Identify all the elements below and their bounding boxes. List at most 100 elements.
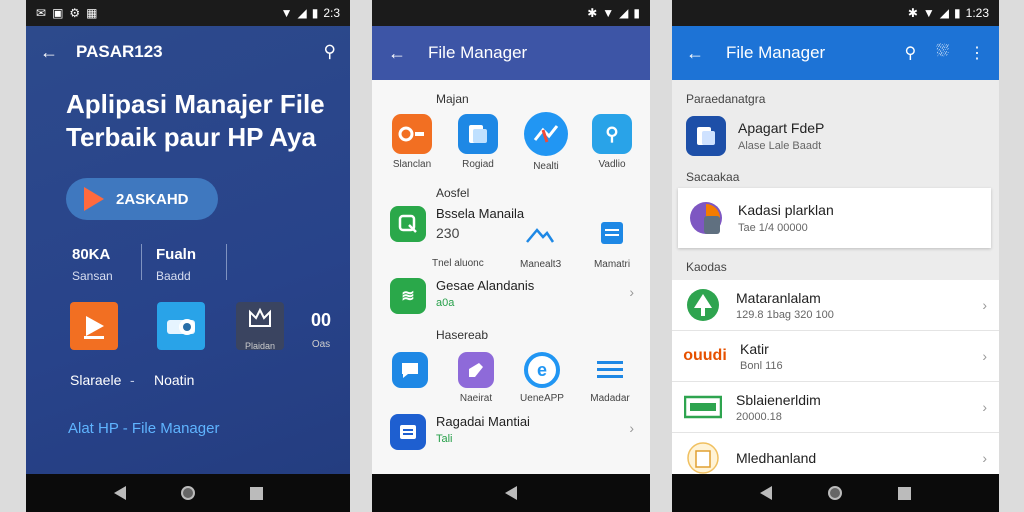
divider xyxy=(141,244,142,280)
document-icon xyxy=(458,114,498,154)
settings-icon: ⚙ xyxy=(69,6,81,20)
chevron-right-icon: › xyxy=(982,297,987,313)
bluetooth-icon: ✱ xyxy=(587,6,598,20)
grid-app-item[interactable]: Madadar xyxy=(580,352,640,404)
list-item-title: Katir xyxy=(740,340,769,357)
nav-bar xyxy=(26,474,350,512)
grid-app-item[interactable]: e UeneAPP xyxy=(512,352,572,404)
search-app-icon: ⚲ xyxy=(592,114,632,154)
list-item[interactable]: Sblaienerldim 20000.18 › xyxy=(672,382,999,433)
grid-app-item[interactable]: Naeirat xyxy=(446,352,506,404)
list-item[interactable]: Mataranlalam 129.8 1bag 320 100 › xyxy=(672,280,999,331)
infinity-icon: 00 xyxy=(311,310,332,330)
stat-value: 80KA xyxy=(72,246,111,263)
grid-app-label: Nealti xyxy=(533,161,559,172)
back-arrow-icon[interactable]: ← xyxy=(388,43,406,64)
list-item-sub: Alase Lale Baadt xyxy=(738,140,822,152)
list-item-sub: 20000.18 xyxy=(736,410,782,423)
chevron-right-icon: › xyxy=(629,420,634,436)
list-item[interactable]: Ragadai Mantiai Tali › xyxy=(390,414,634,450)
app-title: PASAR123 xyxy=(76,42,163,61)
caption-right: Noatin xyxy=(154,372,195,388)
nav-home-icon[interactable] xyxy=(828,486,842,500)
mini-app-label: Tnel aluonc xyxy=(432,258,484,269)
play-store-button[interactable]: 2ASKAHD xyxy=(66,178,218,220)
list-item-sub: 129.8 1bag 320 100 xyxy=(736,308,834,321)
stat-downloads: 80KA Sansan xyxy=(72,246,113,283)
footer-link[interactable]: Alat HP - File Manager xyxy=(68,420,219,437)
grid-app-item[interactable]: ⚲ Vadlio xyxy=(582,114,642,170)
section-header: Kaodas xyxy=(686,260,727,274)
list-item-title: Apagart FdeP xyxy=(738,120,825,136)
more-vert-icon[interactable]: ⋮ xyxy=(969,43,985,63)
mini-app-item[interactable]: Manealt3 xyxy=(520,224,561,270)
media-app-tile[interactable] xyxy=(70,302,118,350)
nav-back-icon[interactable] xyxy=(113,486,126,500)
stat-value: Fualn xyxy=(156,246,196,263)
menu-list-icon xyxy=(592,352,628,388)
phone-screen-middle: ✱ ▼ ◢ ▮ ← File Manager Majan Slanclan Ro… xyxy=(372,0,650,512)
stat-label: Baadd xyxy=(156,269,191,283)
play-store-label: 2ASKAHD xyxy=(116,190,189,208)
grid-app-item[interactable]: Nealti xyxy=(516,112,576,172)
grid-app-label: Slanclan xyxy=(392,159,432,170)
search-icon[interactable]: ⚲ xyxy=(324,42,336,62)
nav-home-icon[interactable] xyxy=(180,486,195,500)
stat-rating: Fualn Baadd xyxy=(156,246,196,283)
section-header: Majan xyxy=(436,92,469,106)
nav-back-icon[interactable] xyxy=(760,486,772,500)
notes-app-icon xyxy=(390,414,426,450)
refresh-app-icon: e xyxy=(524,352,560,388)
status-bar: ✉ ▣ ⚙ ▦ ▼ ◢ ▮ 2:3 xyxy=(26,0,350,26)
tree-icon xyxy=(684,288,722,322)
search-icon[interactable]: ⚲ xyxy=(904,43,916,63)
chat-bubble-icon: ≋ xyxy=(390,278,426,314)
battery-icon: ▮ xyxy=(311,6,319,20)
list-item[interactable]: Apagart FdeP Alase Lale Baadt xyxy=(678,110,991,162)
caption-sep: - xyxy=(130,372,135,388)
mini-app-item[interactable]: Mamatri xyxy=(588,218,636,270)
hero-heading: Aplipasi Manajer File Terbaik paur HP Ay… xyxy=(66,88,336,154)
back-arrow-icon[interactable]: ← xyxy=(40,42,58,63)
signal-icon: ◢ xyxy=(619,6,629,20)
grid-app-label: Rogiad xyxy=(462,159,494,170)
chevron-right-icon: › xyxy=(982,348,987,364)
list-item[interactable]: ouudi Katir Bonl 116 › xyxy=(672,331,999,382)
brand-logo-icon: ouudi xyxy=(683,347,727,364)
chevron-right-icon: › xyxy=(629,284,634,300)
play-store-icon xyxy=(84,187,104,211)
wifi-icon: ▼ xyxy=(922,6,935,20)
tile-label: Plaidan xyxy=(244,341,276,351)
wifi-icon: ▼ xyxy=(602,6,615,20)
toggle-app-icon xyxy=(392,114,432,154)
screen-content: ← File Manager Majan Slanclan Rogiad Nea… xyxy=(372,26,650,474)
nav-recents-icon[interactable] xyxy=(249,486,263,500)
list-item[interactable]: ≋ Gesae Alandanis a0a › xyxy=(390,278,634,314)
nav-back-icon[interactable] xyxy=(505,486,517,500)
screen-content: ← PASAR123 ⚲ Aplipasi Manajer File Terba… xyxy=(26,26,350,474)
section-header: Aosfel xyxy=(436,186,470,200)
list-item-title: Mledhanland xyxy=(736,450,817,466)
grid-app-item[interactable] xyxy=(380,352,440,388)
camera-app-tile[interactable] xyxy=(157,302,205,350)
grid-app-label: UeneAPP xyxy=(520,393,564,404)
chat-app-icon xyxy=(390,206,426,242)
nav-recents-icon[interactable] xyxy=(898,486,911,500)
message-icon xyxy=(392,352,428,388)
more-app-tile[interactable]: 00 Oas xyxy=(311,310,331,350)
stat-label: Sansan xyxy=(72,269,113,283)
tools-app-tile[interactable]: Plaidan xyxy=(236,302,284,351)
grid-app-item[interactable]: Slanclan xyxy=(382,114,442,170)
mountain-icon xyxy=(526,228,555,243)
grid-app-item[interactable]: Rogiad xyxy=(448,114,508,170)
highlighted-card[interactable]: Kadasi plarklan Tae 1/4 00000 xyxy=(678,188,991,248)
cloud-upload-icon[interactable]: ⛆ xyxy=(936,43,949,63)
list-item-sub: Bonl 116 xyxy=(740,359,783,372)
mail-icon: ✉ xyxy=(36,6,47,20)
calendar-icon xyxy=(601,222,623,244)
back-arrow-icon[interactable]: ← xyxy=(686,43,704,64)
hero-line-1: Aplipasi Manajer File xyxy=(66,89,325,119)
phone-screen-left: ✉ ▣ ⚙ ▦ ▼ ◢ ▮ 2:3 ← PASAR123 ⚲ Aplipasi … xyxy=(26,0,350,512)
app-logo-icon xyxy=(686,198,726,238)
section-header: Paraedanatgra xyxy=(686,92,766,106)
